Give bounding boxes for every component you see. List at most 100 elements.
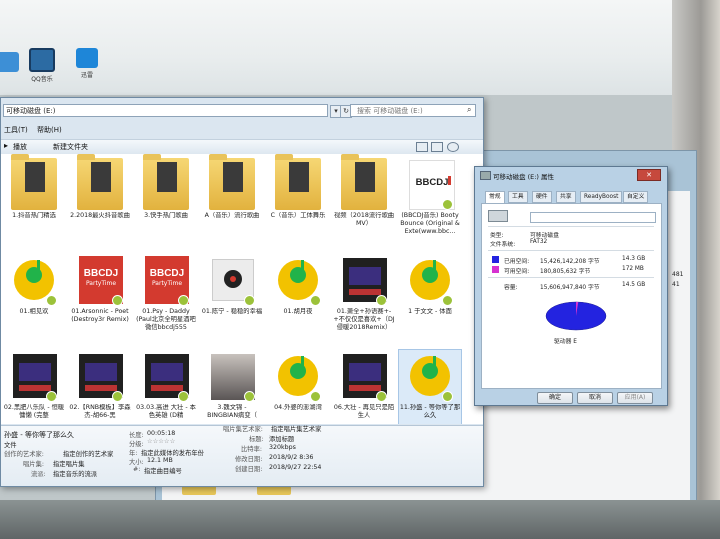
media-file-item[interactable]: 01.萧全+孙语赛+-+不仅仅是喜欢+（DJ侵暖2018Remix） <box>333 254 395 340</box>
folder-item[interactable]: 视频（2018流行歌曲MV） <box>333 154 395 244</box>
album-art-thumbnail: BBCDJ <box>407 158 455 210</box>
folder-item[interactable]: 1.抖音热门精选 <box>3 154 65 244</box>
stereo-screen <box>19 363 51 381</box>
search-input[interactable]: 搜索 可移动磁盘 (E:) <box>350 104 476 117</box>
music-note-stem <box>433 356 436 374</box>
media-file-item[interactable]: 1 于文文 - 体面 <box>399 254 461 340</box>
new-folder-button[interactable]: 新建文件夹 <box>53 142 88 152</box>
album-art-thumbnail <box>209 350 255 402</box>
play-button[interactable]: 播放 <box>13 142 27 152</box>
details-value[interactable]: 指定音乐的流派 <box>53 469 97 478</box>
background-window-text: 481 <box>672 271 684 278</box>
stereo-screen <box>349 363 381 381</box>
qqmusic-file-icon <box>11 254 57 306</box>
fs-value: FAT32 <box>530 239 548 245</box>
folder-item[interactable]: 3.快手热门歌曲 <box>135 154 197 244</box>
details-value: 12.1 MB <box>147 457 173 464</box>
folder-item[interactable]: A（音乐）流行歌曲 <box>201 154 263 244</box>
folder-preview <box>223 162 243 192</box>
free-bytes: 180,805,632 字节 <box>540 269 591 275</box>
search-icon[interactable]: ⌕ <box>467 105 471 115</box>
media-file-item[interactable]: 3.魏文锦 - BINGBIAN病变（ <box>201 350 263 424</box>
details-value: 2018/9/27 22:54 <box>269 464 322 471</box>
apply-button[interactable]: 应用(A) <box>617 392 653 404</box>
drive-label: 驱动器 E <box>554 339 577 345</box>
details-key: 唱片集: <box>23 461 45 468</box>
album-art-thumbnail: BBCDJ PartyTime <box>143 254 189 306</box>
details-value[interactable]: 添加标题 <box>269 434 294 443</box>
album-art-thumbnail <box>341 350 387 402</box>
folder-icon <box>341 154 387 210</box>
type-label: 类型: <box>490 233 504 239</box>
media-file-item[interactable]: 03.03.高进 大壮 - 本色英雄 (D精 <box>135 350 197 424</box>
badge-icon <box>310 391 321 402</box>
used-color-swatch <box>492 256 499 263</box>
file-label: 2.2018最火抖音歌曲 <box>70 212 130 219</box>
media-file-item[interactable]: 02.【RNB模板】李森杰-胡66-黑 <box>69 350 131 424</box>
badge-icon <box>178 391 189 402</box>
divider <box>488 250 654 251</box>
details-value[interactable]: 指定唱片集 <box>53 459 84 468</box>
details-value[interactable]: 指定此媒体的发布年份 <box>141 448 204 457</box>
media-file-item[interactable]: 01.胡月夜 <box>267 254 329 340</box>
file-label: 3.魏文锦 - BINGBIAN病变（ <box>207 404 257 419</box>
removable-drive-icon <box>488 210 508 222</box>
general-pane: 类型: 可移动磁盘 文件系统: FAT32 已用空间: 15,426,142,2… <box>481 203 662 389</box>
media-file-item[interactable]: 02.黑肥八乐队 - 恒暖慵懒 (完整 <box>3 350 65 424</box>
explorer-window[interactable]: 可移动磁盘 (E:) ▾ ↻ 搜索 可移动磁盘 (E:) ⌕ 工具(T) 帮助(… <box>0 97 484 487</box>
desktop-icon-xunlei[interactable]: 迅雷 <box>67 48 107 79</box>
folder-item[interactable]: C（音乐）工体舞乐 <box>267 154 329 244</box>
address-row: 可移动磁盘 (E:) ▾ ↻ 搜索 可移动磁盘 (E:) ⌕ <box>1 104 483 118</box>
cancel-button[interactable]: 取消 <box>577 392 613 404</box>
tab-customize[interactable]: 自定义 <box>623 191 649 203</box>
qqmusic-file-icon <box>275 350 321 402</box>
media-file-item[interactable]: 04.外婆的澎湖湾 <box>267 350 329 424</box>
media-file-item[interactable]: 06.大壮 - 再见只是陌生人 <box>333 350 395 424</box>
preview-pane-icon[interactable] <box>431 142 443 152</box>
menu-tools[interactable]: 工具(T) <box>4 125 28 135</box>
menu-help[interactable]: 帮助(H) <box>37 125 62 135</box>
details-value[interactable]: 指定创作的艺术家 <box>63 449 113 458</box>
folder-icon <box>11 154 57 210</box>
tab-readyboost[interactable]: ReadyBoost <box>580 191 623 203</box>
fs-label: 文件系统: <box>490 242 516 248</box>
properties-dialog[interactable]: 可移动磁盘 (E:) 属性 ✕ 常规 工具 硬件 共享 ReadyBoost 自… <box>474 166 668 406</box>
file-label: 01.胡月夜 <box>283 308 313 315</box>
rating-stars[interactable]: ☆☆☆☆☆ <box>147 438 175 445</box>
media-file-item[interactable]: BBCDJ (BBCDJ音乐) Booty Bounce (Original & … <box>399 158 461 244</box>
details-value: 00:05:18 <box>147 430 176 437</box>
file-label: 1 于文文 - 体面 <box>408 308 452 315</box>
volume-label-input[interactable] <box>530 212 656 223</box>
media-file-item[interactable]: 01.相见欢 <box>3 254 65 340</box>
desktop-icon-qqmusic[interactable]: QQ音乐 <box>22 48 62 83</box>
details-key: 分级: <box>129 441 144 448</box>
view-icon[interactable] <box>416 142 428 152</box>
file-label: 02.黑肥八乐队 - 恒暖慵懒 (完整 <box>3 404 65 419</box>
details-value[interactable]: 指定曲目编号 <box>144 466 182 475</box>
details-key: 标题: <box>249 436 264 443</box>
media-file-item[interactable]: BBCDJ PartyTime 01.Psy - Daddy (Paul北京全明星酒… <box>135 254 197 340</box>
badge-icon <box>46 295 57 306</box>
badge-icon <box>442 391 453 402</box>
qqmusic-file-icon <box>275 254 321 306</box>
tab-hardware[interactable]: 硬件 <box>532 191 552 203</box>
close-button[interactable]: ✕ <box>637 169 661 181</box>
media-file-item[interactable]: 01.陈宁 - 稳稳的幸福 <box>201 254 263 340</box>
media-file-item[interactable]: 11.孙盛 - 等你等了那么久 <box>398 349 462 424</box>
tab-sharing[interactable]: 共享 <box>556 191 576 203</box>
folder-item[interactable]: 2.2018最火抖音歌曲 <box>69 154 131 244</box>
address-bar[interactable]: 可移动磁盘 (E:) <box>3 104 328 117</box>
media-file-item[interactable]: BBCDJ PartyTime 01.Arsonnic - Poet (Destro… <box>69 254 131 340</box>
stereo-screen <box>151 363 183 381</box>
type-value: 可移动磁盘 <box>530 233 559 239</box>
desk-surface <box>0 500 720 539</box>
menu-bar: 工具(T) 帮助(H) <box>1 125 483 136</box>
help-icon[interactable] <box>447 142 459 152</box>
details-key: #: <box>133 466 141 473</box>
tab-tools[interactable]: 工具 <box>508 191 528 203</box>
ok-button[interactable]: 确定 <box>537 392 573 404</box>
details-value[interactable]: 指定唱片集艺术家 <box>271 424 321 433</box>
tab-general[interactable]: 常规 <box>485 191 505 203</box>
capacity-bytes: 15,606,947,840 字节 <box>540 285 600 291</box>
file-label: 01.Arsonnic - Poet (Destroy3r Remix) <box>71 308 129 323</box>
